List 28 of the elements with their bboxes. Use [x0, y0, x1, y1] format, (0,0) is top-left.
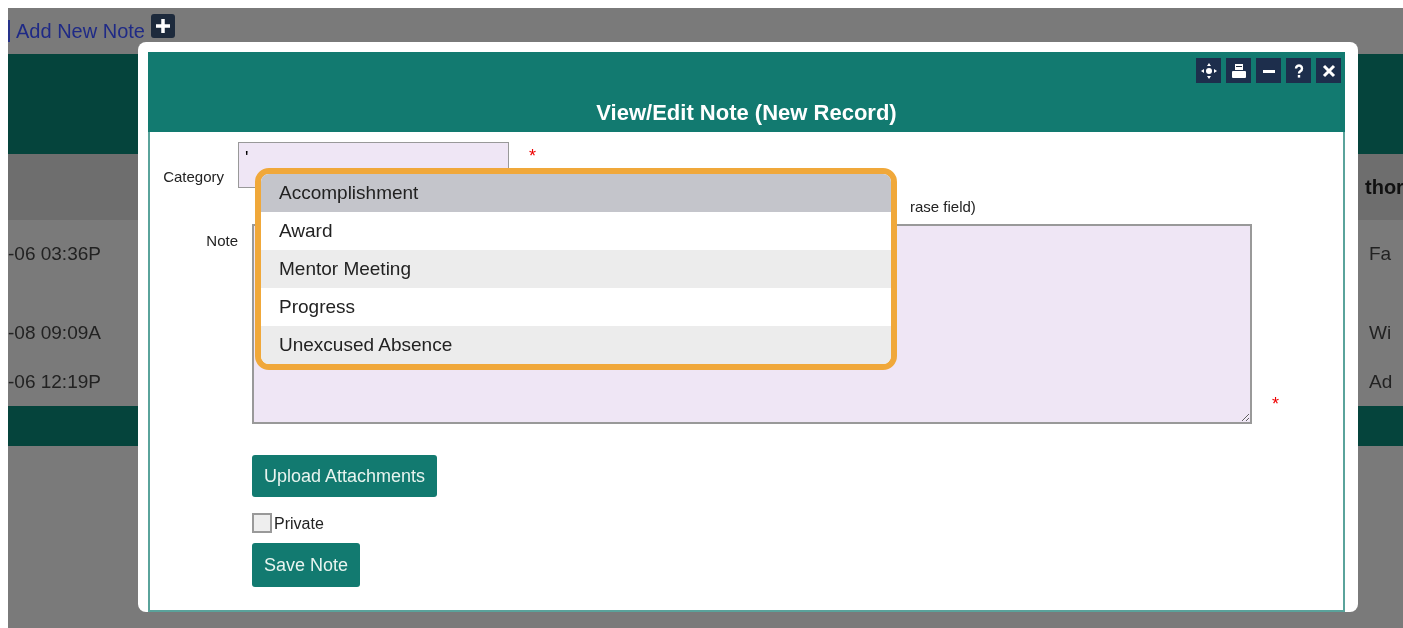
table-cell-text: Fa	[1369, 243, 1393, 265]
field-label: Note	[205, 232, 239, 249]
table-cell-text: -06 03:36P	[8, 243, 102, 265]
plus-icon[interactable]	[150, 14, 175, 38]
table-cell-text: -06 12:19P	[8, 371, 102, 393]
hint-text: rase field)	[910, 197, 976, 215]
required-mark: *	[529, 146, 536, 167]
field-label: Category	[162, 168, 225, 185]
checkbox-label: Private	[274, 515, 324, 533]
save-note-button[interactable]: Save Note	[252, 543, 361, 587]
column-header: thor	[1365, 175, 1403, 199]
dialog-title: View/Edit Note (New Record)	[596, 100, 897, 126]
dropdown-option[interactable]: Progress	[261, 288, 891, 326]
table-cell-text: Wi	[1369, 322, 1393, 344]
help-icon[interactable]	[1286, 58, 1311, 83]
print-icon[interactable]	[1226, 58, 1251, 83]
upload-attachments-button[interactable]: Upload Attachments	[252, 455, 438, 497]
table-cell-text: -08 09:09A	[8, 322, 102, 344]
dropdown-option[interactable]: Mentor Meeting	[261, 250, 891, 288]
dropdown-option[interactable]: Award	[261, 212, 891, 250]
dropdown-option[interactable]: Unexcused Absence	[261, 326, 891, 364]
dropdown-option[interactable]: Accomplishment	[261, 174, 891, 212]
table-cell-text: Ad	[1369, 371, 1394, 393]
minimize-icon[interactable]	[1256, 58, 1281, 83]
close-icon[interactable]	[1316, 58, 1341, 83]
move-icon[interactable]	[1196, 58, 1221, 83]
private-checkbox[interactable]	[252, 513, 272, 533]
required-mark: *	[1272, 394, 1279, 415]
